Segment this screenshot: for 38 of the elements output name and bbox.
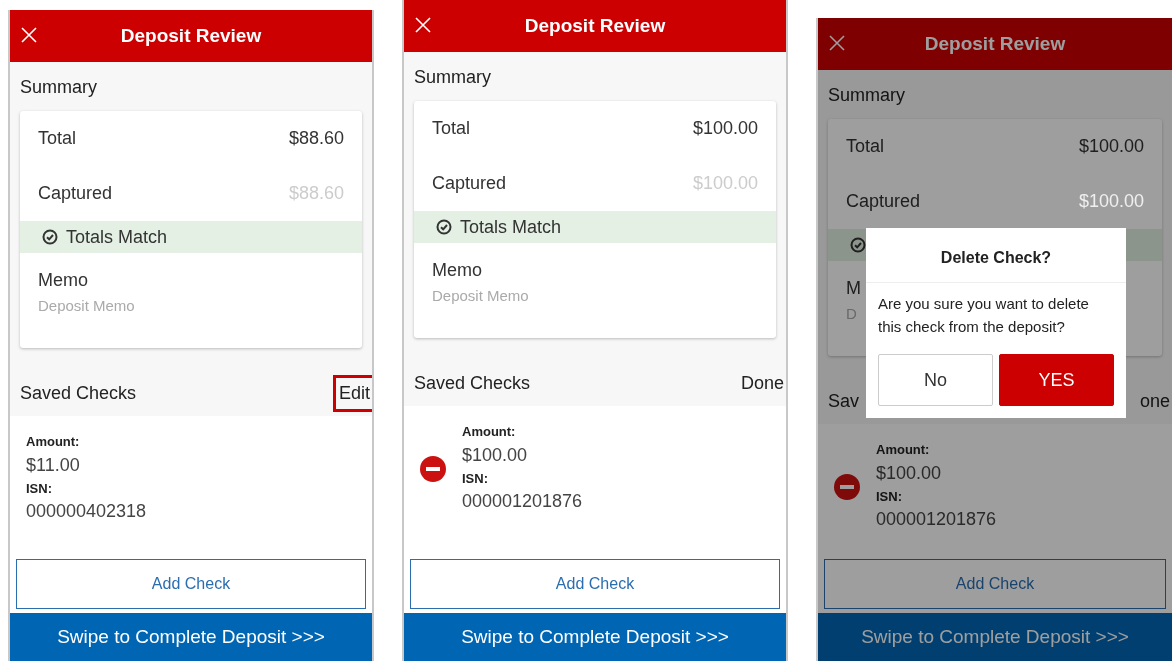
field-label: ISN: — [26, 479, 53, 498]
row-label: Total — [432, 117, 471, 140]
row-label: Captured — [38, 182, 113, 205]
row-label: Total — [846, 135, 885, 158]
screen-title: Deposit Review — [523, 13, 667, 38]
check-amount: $100.00 — [462, 443, 529, 467]
section-heading: Saved Checks — [414, 371, 531, 395]
section-heading: Summary — [19, 76, 98, 99]
row-label: Captured — [432, 172, 507, 195]
field-label: ISN: — [462, 469, 489, 488]
row-label: Captured — [846, 190, 921, 213]
memo-label: Memo — [432, 259, 483, 282]
field-label: Amount: — [26, 433, 81, 451]
memo-label: Memo — [38, 269, 89, 292]
field-label: Amount: — [462, 423, 517, 441]
amount-value: $100.00 — [692, 117, 758, 140]
dialog-message: Are you sure you want to delete this check from the deposit? — [877, 294, 1090, 337]
memo-label: M — [846, 277, 862, 300]
check-amount: $100.00 — [876, 461, 943, 485]
section-heading: Sav — [828, 389, 860, 413]
screen-title: Deposit Review — [119, 23, 263, 48]
check-isn: 000001201876 — [462, 490, 583, 513]
dialog-title: Delete Check? — [866, 228, 1126, 283]
check-amount: $11.00 — [26, 453, 81, 477]
check-isn: 000000402318 — [26, 500, 147, 523]
check-isn: 000001201876 — [876, 508, 997, 531]
amount-value: $88.60 — [288, 127, 344, 150]
field-label: ISN: — [876, 487, 903, 506]
match-label: Totals Match — [460, 215, 562, 239]
row-label: Total — [38, 127, 77, 150]
amount-value: $100.00 — [1078, 135, 1144, 158]
field-label: Amount: — [876, 441, 931, 459]
screen-title: Deposit Review — [923, 31, 1067, 56]
section-heading: Saved Checks — [20, 381, 137, 405]
match-label: Totals Match — [66, 225, 168, 249]
amount-value: $100.00 — [1078, 190, 1144, 213]
section-heading: Summary — [827, 84, 906, 107]
section-heading: Summary — [413, 66, 492, 89]
